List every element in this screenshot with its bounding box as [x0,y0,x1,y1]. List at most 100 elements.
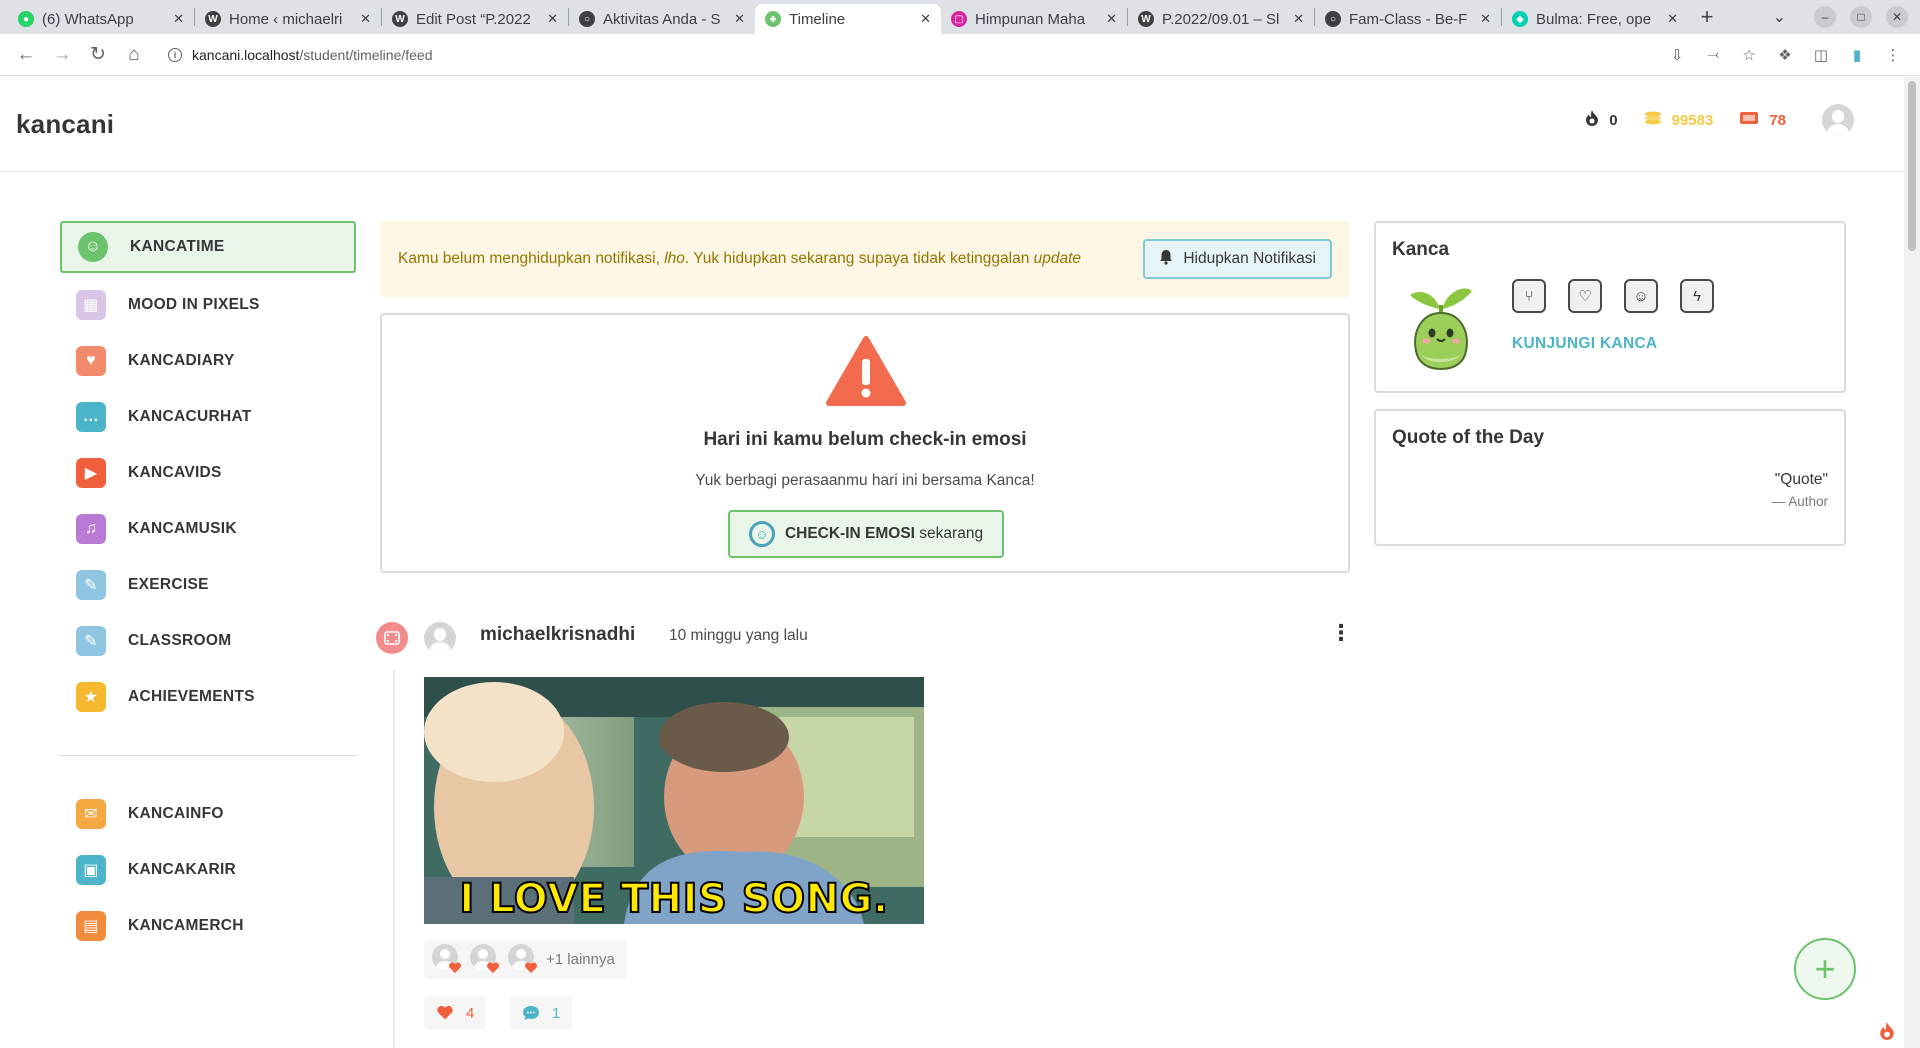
post-author-name[interactable]: michaelkrisnadhi [480,624,635,646]
like-count: 4 [466,1004,475,1022]
reactors-more: +1 lainnya [546,950,615,968]
sidebar-item-kancacurhat[interactable]: … KANCACURHAT [60,389,356,445]
sidebar-item-label: EXERCISE [128,576,209,593]
like-button[interactable]: 4 [424,996,487,1030]
sidebar-item-label: KANCAINFO [128,805,224,822]
scrollbar-thumb[interactable] [1908,81,1916,251]
window-controls: ⌄ – □ ✕ [1773,6,1908,28]
address-bar[interactable]: i kancani.localhost/student/timeline/fee… [154,38,1668,72]
browser-tab[interactable]: ♣ Timeline ✕ [755,4,941,34]
streak-stat[interactable]: 0 [1585,109,1618,131]
sidebar-item-label: ACHIEVEMENTS [128,688,255,705]
pencil-icon: ✎ [76,570,106,600]
fire-corner-icon[interactable] [1872,1016,1902,1046]
tickets-stat[interactable]: 78 [1739,111,1786,130]
extensions-icon[interactable]: ❖ [1776,46,1794,64]
sidebar-nav: ☺ KANCATIME ▦ MOOD IN PIXELS ♥ KANCADIARY … KAN… [60,221,356,954]
bookmark-star-icon[interactable]: ☆ [1740,46,1758,64]
enable-notifications-button[interactable]: Hidupkan Notifikasi [1143,239,1332,279]
browser-tab[interactable]: ◆ Bulma: Free, ope ✕ [1502,4,1688,34]
tab-close-icon[interactable]: ✕ [173,11,184,27]
browser-tab[interactable]: W P.2022/09.01 – Sl ✕ [1128,4,1314,34]
browser-tab[interactable]: W Home ‹ michaelri ✕ [195,4,381,34]
tab-title: Fam-Class - Be-F [1349,10,1468,28]
post-gif[interactable]: I LOVE THIS SONG. [424,677,924,924]
tab-title: Himpunan Maha [975,10,1086,28]
reactor-avatar [508,944,538,974]
coins-stat[interactable]: 99583 [1644,111,1713,130]
url-host: kancani.localhost [192,46,300,63]
user-avatar[interactable] [1822,104,1854,136]
tab-search-icon[interactable]: ⌄ [1773,7,1786,27]
visit-kanca-link[interactable]: KUNJUNGI KANCA [1512,335,1657,353]
reactors-list[interactable]: +1 lainnya [424,940,627,978]
checkin-emotion-button[interactable]: ☺ CHECK-IN EMOSI sekarang [728,510,1004,558]
restore-button[interactable]: □ [1850,6,1872,28]
smile-icon: ☺ [748,521,775,547]
browser-tab[interactable]: ● (6) WhatsApp ✕ [8,4,194,34]
heart-icon [524,962,538,973]
diary-icon: ♥ [76,346,106,376]
ticket-icon [1739,111,1759,130]
create-post-button[interactable]: + [1794,938,1856,1000]
brand-logo[interactable]: kancani [16,109,114,140]
instagram-icon: ▢ [951,11,967,27]
sidebar-item-exercise[interactable]: ✎ EXERCISE [60,557,356,613]
extension-bottle-icon[interactable]: ▮ [1848,46,1866,64]
post-options-icon[interactable]: ⋮ [1330,622,1352,644]
sidebar-item-kancainfo[interactable]: ✉ KANCAINFO [60,786,356,842]
forward-button[interactable]: → [46,39,78,71]
tab-close-icon[interactable]: ✕ [734,11,745,27]
thread-line [393,670,395,1048]
minimize-button[interactable]: – [1814,6,1836,28]
tab-close-icon[interactable]: ✕ [920,11,931,27]
page-scrollbar[interactable] [1904,77,1920,1048]
tab-close-icon[interactable]: ✕ [1667,11,1678,27]
browser-menu-icon[interactable]: ⋮ [1884,46,1902,64]
install-app-icon[interactable]: ⇩ [1668,46,1686,64]
heart-icon [437,1005,453,1020]
reload-button[interactable]: ↻ [82,39,114,71]
close-window-button[interactable]: ✕ [1886,6,1908,28]
sidebar-item-kancadiary[interactable]: ♥ KANCADIARY [60,333,356,389]
tab-close-icon[interactable]: ✕ [360,11,371,27]
browser-tab[interactable]: ○ Aktivitas Anda - S ✕ [569,4,755,34]
sidebar-item-mood-in-pixels[interactable]: ▦ MOOD IN PIXELS [60,277,356,333]
browser-tab[interactable]: ○ Fam-Class - Be-F ✕ [1315,4,1501,34]
sidebar-item-label: MOOD IN PIXELS [128,296,260,313]
sidebar-item-kancamerch[interactable]: ▤ KANCAMERCH [60,898,356,954]
sidebar-item-label: KANCAMUSIK [128,520,237,537]
tab-title: Home ‹ michaelri [229,10,343,28]
home-button[interactable]: ⌂ [118,39,150,71]
enable-notifications-label: Hidupkan Notifikasi [1183,250,1316,267]
browser-tab[interactable]: W Edit Post “P.2022 ✕ [382,4,568,34]
tab-close-icon[interactable]: ✕ [1480,11,1491,27]
tab-close-icon[interactable]: ✕ [1293,11,1304,27]
user-stats: 0 99583 78 [1585,104,1854,136]
briefcase-icon: ▣ [76,855,106,885]
tab-close-icon[interactable]: ✕ [1106,11,1117,27]
tab-title: Edit Post “P.2022 [416,10,531,28]
side-panel-icon[interactable]: ◫ [1812,46,1830,64]
share-icon[interactable]: ⤙ [1704,46,1722,64]
tab-close-icon[interactable]: ✕ [547,11,558,27]
sidebar-item-kancamusik[interactable]: ♫ KANCAMUSIK [60,501,356,557]
quote-text: "Quote" [1774,471,1828,488]
back-button[interactable]: ← [10,39,42,71]
sidebar-item-kancavids[interactable]: ▶ KANCAVIDS [60,445,356,501]
new-tab-button[interactable]: + [1688,4,1726,30]
kanca-mascot[interactable] [1406,281,1476,378]
sidebar-item-kancakarir[interactable]: ▣ KANCAKARIR [60,842,356,898]
sidebar-item-achievements[interactable]: ★ ACHIEVEMENTS [60,669,356,725]
sidebar-item-classroom[interactable]: ✎ CLASSROOM [60,613,356,669]
site-info-icon[interactable]: i [168,47,182,62]
browser-tab[interactable]: ▢ Himpunan Maha ✕ [941,4,1127,34]
tab-title: Timeline [789,10,846,28]
warning-icon [825,335,907,412]
kancani-icon: ♣ [765,11,781,27]
kanca-card: Kanca ⑂ ♡ ☺ ϟ KUNJUNGI KANCA [1374,221,1846,393]
post-author-avatar[interactable] [424,622,456,654]
comment-button[interactable]: 1 [510,996,573,1030]
sidebar-item-kancatime[interactable]: ☺ KANCATIME [60,221,356,273]
checkin-subtitle: Yuk berbagi perasaanmu hari ini bersama … [695,472,1035,489]
